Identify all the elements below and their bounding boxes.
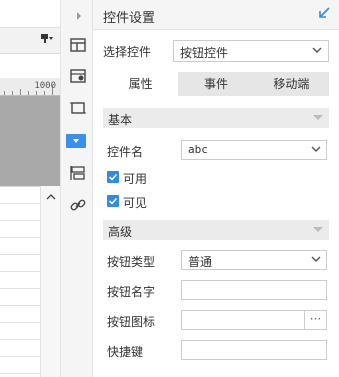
section-advanced-label: 高级 — [108, 225, 133, 239]
cell-element-icon[interactable] — [67, 65, 89, 87]
canvas-blank — [0, 54, 60, 78]
button-type-value: 普通 — [188, 255, 213, 269]
select-widget-label: 选择控件 — [103, 45, 152, 59]
horizontal-ruler: 1000 — [0, 78, 60, 96]
section-collapse-icon[interactable] — [313, 115, 323, 120]
control-name-value: abc — [188, 143, 208, 156]
shortcut-input[interactable] — [181, 340, 327, 360]
tab-mobile[interactable]: 移动端 — [254, 72, 329, 96]
select-widget-row: 选择控件 按钮控件 — [103, 40, 329, 62]
select-widget-dropdown[interactable]: 按钮控件 — [173, 40, 329, 62]
panel-title: 控件设置 — [103, 11, 156, 26]
side-icon-strip — [60, 0, 93, 377]
visible-label: 可见 — [123, 196, 148, 210]
cell-attribute-icon[interactable] — [67, 34, 89, 56]
collapse-panel-icon[interactable] — [317, 6, 331, 23]
visible-checkbox[interactable] — [107, 195, 119, 207]
format-painter-icon[interactable] — [40, 33, 54, 48]
layout-frame-icon[interactable] — [67, 97, 89, 119]
chevron-down-icon — [309, 142, 323, 159]
section-advanced[interactable]: 高级 — [103, 220, 329, 240]
button-type-label: 按钮类型 — [107, 255, 156, 269]
canvas-gray-area — [0, 96, 60, 186]
enabled-checkbox[interactable] — [107, 171, 119, 183]
button-name-row: 按钮名字 — [107, 280, 327, 300]
control-name-dropdown[interactable]: abc — [181, 140, 327, 160]
shortcut-label: 快捷键 — [107, 345, 144, 359]
hyperlink-icon[interactable] — [67, 194, 89, 216]
button-name-input[interactable] — [181, 280, 327, 300]
panel-tabs: 属性 事件 移动端 — [103, 72, 329, 96]
button-icon-label: 按钮图标 — [107, 315, 156, 329]
shortcut-row: 快捷键 — [107, 340, 327, 360]
ruler-number: 1000 — [34, 81, 56, 91]
button-type-row: 按钮类型 普通 — [107, 250, 327, 270]
select-widget-value: 按钮控件 — [180, 46, 229, 60]
expand-arrow-icon[interactable] — [68, 5, 90, 27]
control-name-row: 控件名 abc — [107, 140, 327, 160]
section-basic[interactable]: 基本 — [103, 108, 329, 128]
vertical-scrollbar[interactable] — [40, 186, 60, 377]
button-icon-input[interactable]: ··· — [181, 310, 327, 330]
section-basic-label: 基本 — [108, 113, 133, 127]
canvas-toolbar — [0, 28, 60, 54]
widget-settings-panel: 控件设置 选择控件 按钮控件 属性 事件 移动端 基本 控件名 abc 可用 可… — [93, 0, 339, 377]
enabled-label: 可用 — [123, 172, 148, 186]
scroll-up-icon[interactable] — [46, 190, 56, 203]
button-icon-row: 按钮图标 ··· — [107, 310, 327, 330]
tab-attributes[interactable]: 属性 — [103, 72, 179, 96]
widget-settings-icon[interactable] — [66, 134, 86, 148]
section-collapse-icon[interactable] — [313, 227, 323, 232]
panel-header: 控件设置 — [93, 0, 339, 30]
control-name-label: 控件名 — [107, 145, 144, 159]
chevron-down-icon — [310, 43, 324, 60]
canvas-area: 1000 — [0, 0, 60, 377]
chevron-down-icon — [309, 252, 323, 269]
condition-attribute-icon[interactable] — [67, 162, 89, 184]
button-name-label: 按钮名字 — [107, 285, 156, 299]
tab-events[interactable]: 事件 — [178, 72, 253, 96]
browse-icon-button[interactable]: ··· — [304, 310, 326, 330]
canvas-header — [0, 0, 60, 28]
button-type-dropdown[interactable]: 普通 — [181, 250, 327, 270]
